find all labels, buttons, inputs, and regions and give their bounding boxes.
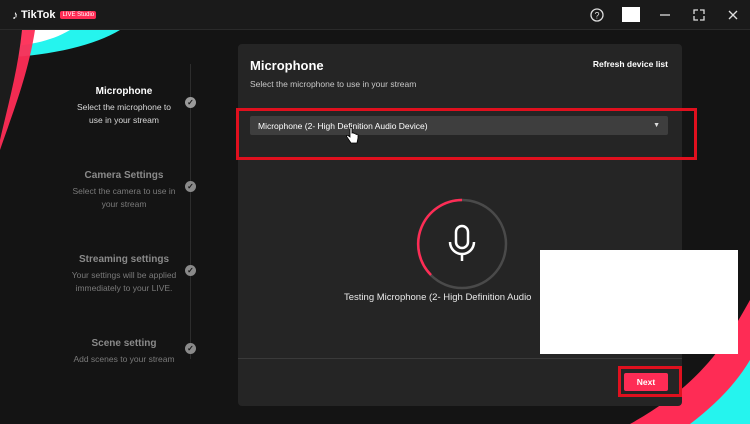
check-icon: ✓: [185, 265, 196, 276]
maximize-icon[interactable]: [682, 0, 716, 29]
step-desc: Select the microphone to: [76, 102, 172, 112]
check-icon: ✓: [185, 181, 196, 192]
tiktok-note-icon: ♪: [12, 7, 18, 22]
microphone-icon: [448, 224, 476, 261]
hand-cursor-icon: [346, 127, 359, 144]
highlight-box-dropdown: [236, 108, 697, 160]
step-desc: immediately to your LIVE.: [75, 283, 173, 293]
step-camera-settings[interactable]: Camera Settings Select the camera to use…: [60, 170, 188, 211]
step-title: Streaming settings: [78, 254, 170, 265]
live-studio-badge: LIVE Studio: [60, 10, 97, 19]
step-title: Microphone: [95, 86, 153, 97]
footer-divider: [238, 358, 682, 359]
mic-level-meter: [416, 198, 508, 290]
steps-connector: [190, 64, 191, 359]
step-title: Camera Settings: [84, 170, 164, 181]
step-desc: Add scenes to your stream: [73, 354, 175, 364]
step-scene-setting[interactable]: Scene setting Add scenes to your stream: [60, 338, 188, 366]
svg-text:?: ?: [594, 10, 599, 20]
check-icon: ✓: [185, 343, 196, 354]
highlight-box-next: [618, 366, 682, 397]
testing-microphone-text: Testing Microphone (2- High Definition A…: [344, 292, 532, 303]
panel-subtitle: Select the microphone to use in your str…: [250, 79, 417, 89]
step-microphone[interactable]: Microphone Select the microphone to use …: [60, 86, 188, 127]
panel-title: Microphone: [250, 58, 324, 73]
step-desc: Select the camera to use in: [72, 186, 176, 196]
minimize-icon[interactable]: [648, 0, 682, 29]
app-name: TikTok: [21, 8, 56, 21]
step-desc: use in your stream: [89, 115, 159, 125]
step-desc: Your settings will be applied: [71, 270, 177, 280]
profile-placeholder[interactable]: [622, 7, 640, 22]
step-title: Scene setting: [91, 338, 157, 349]
step-desc: your stream: [101, 199, 147, 209]
title-bar: ♪ TikTok LIVE Studio ?: [0, 0, 750, 30]
step-streaming-settings[interactable]: Streaming settings Your settings will be…: [60, 254, 188, 295]
app-logo: ♪ TikTok LIVE Studio: [12, 7, 97, 22]
white-overlay: [540, 250, 738, 354]
refresh-device-list-link[interactable]: Refresh device list: [593, 59, 668, 69]
close-icon[interactable]: [716, 0, 750, 29]
check-icon: ✓: [185, 97, 196, 108]
help-icon[interactable]: ?: [580, 0, 614, 29]
